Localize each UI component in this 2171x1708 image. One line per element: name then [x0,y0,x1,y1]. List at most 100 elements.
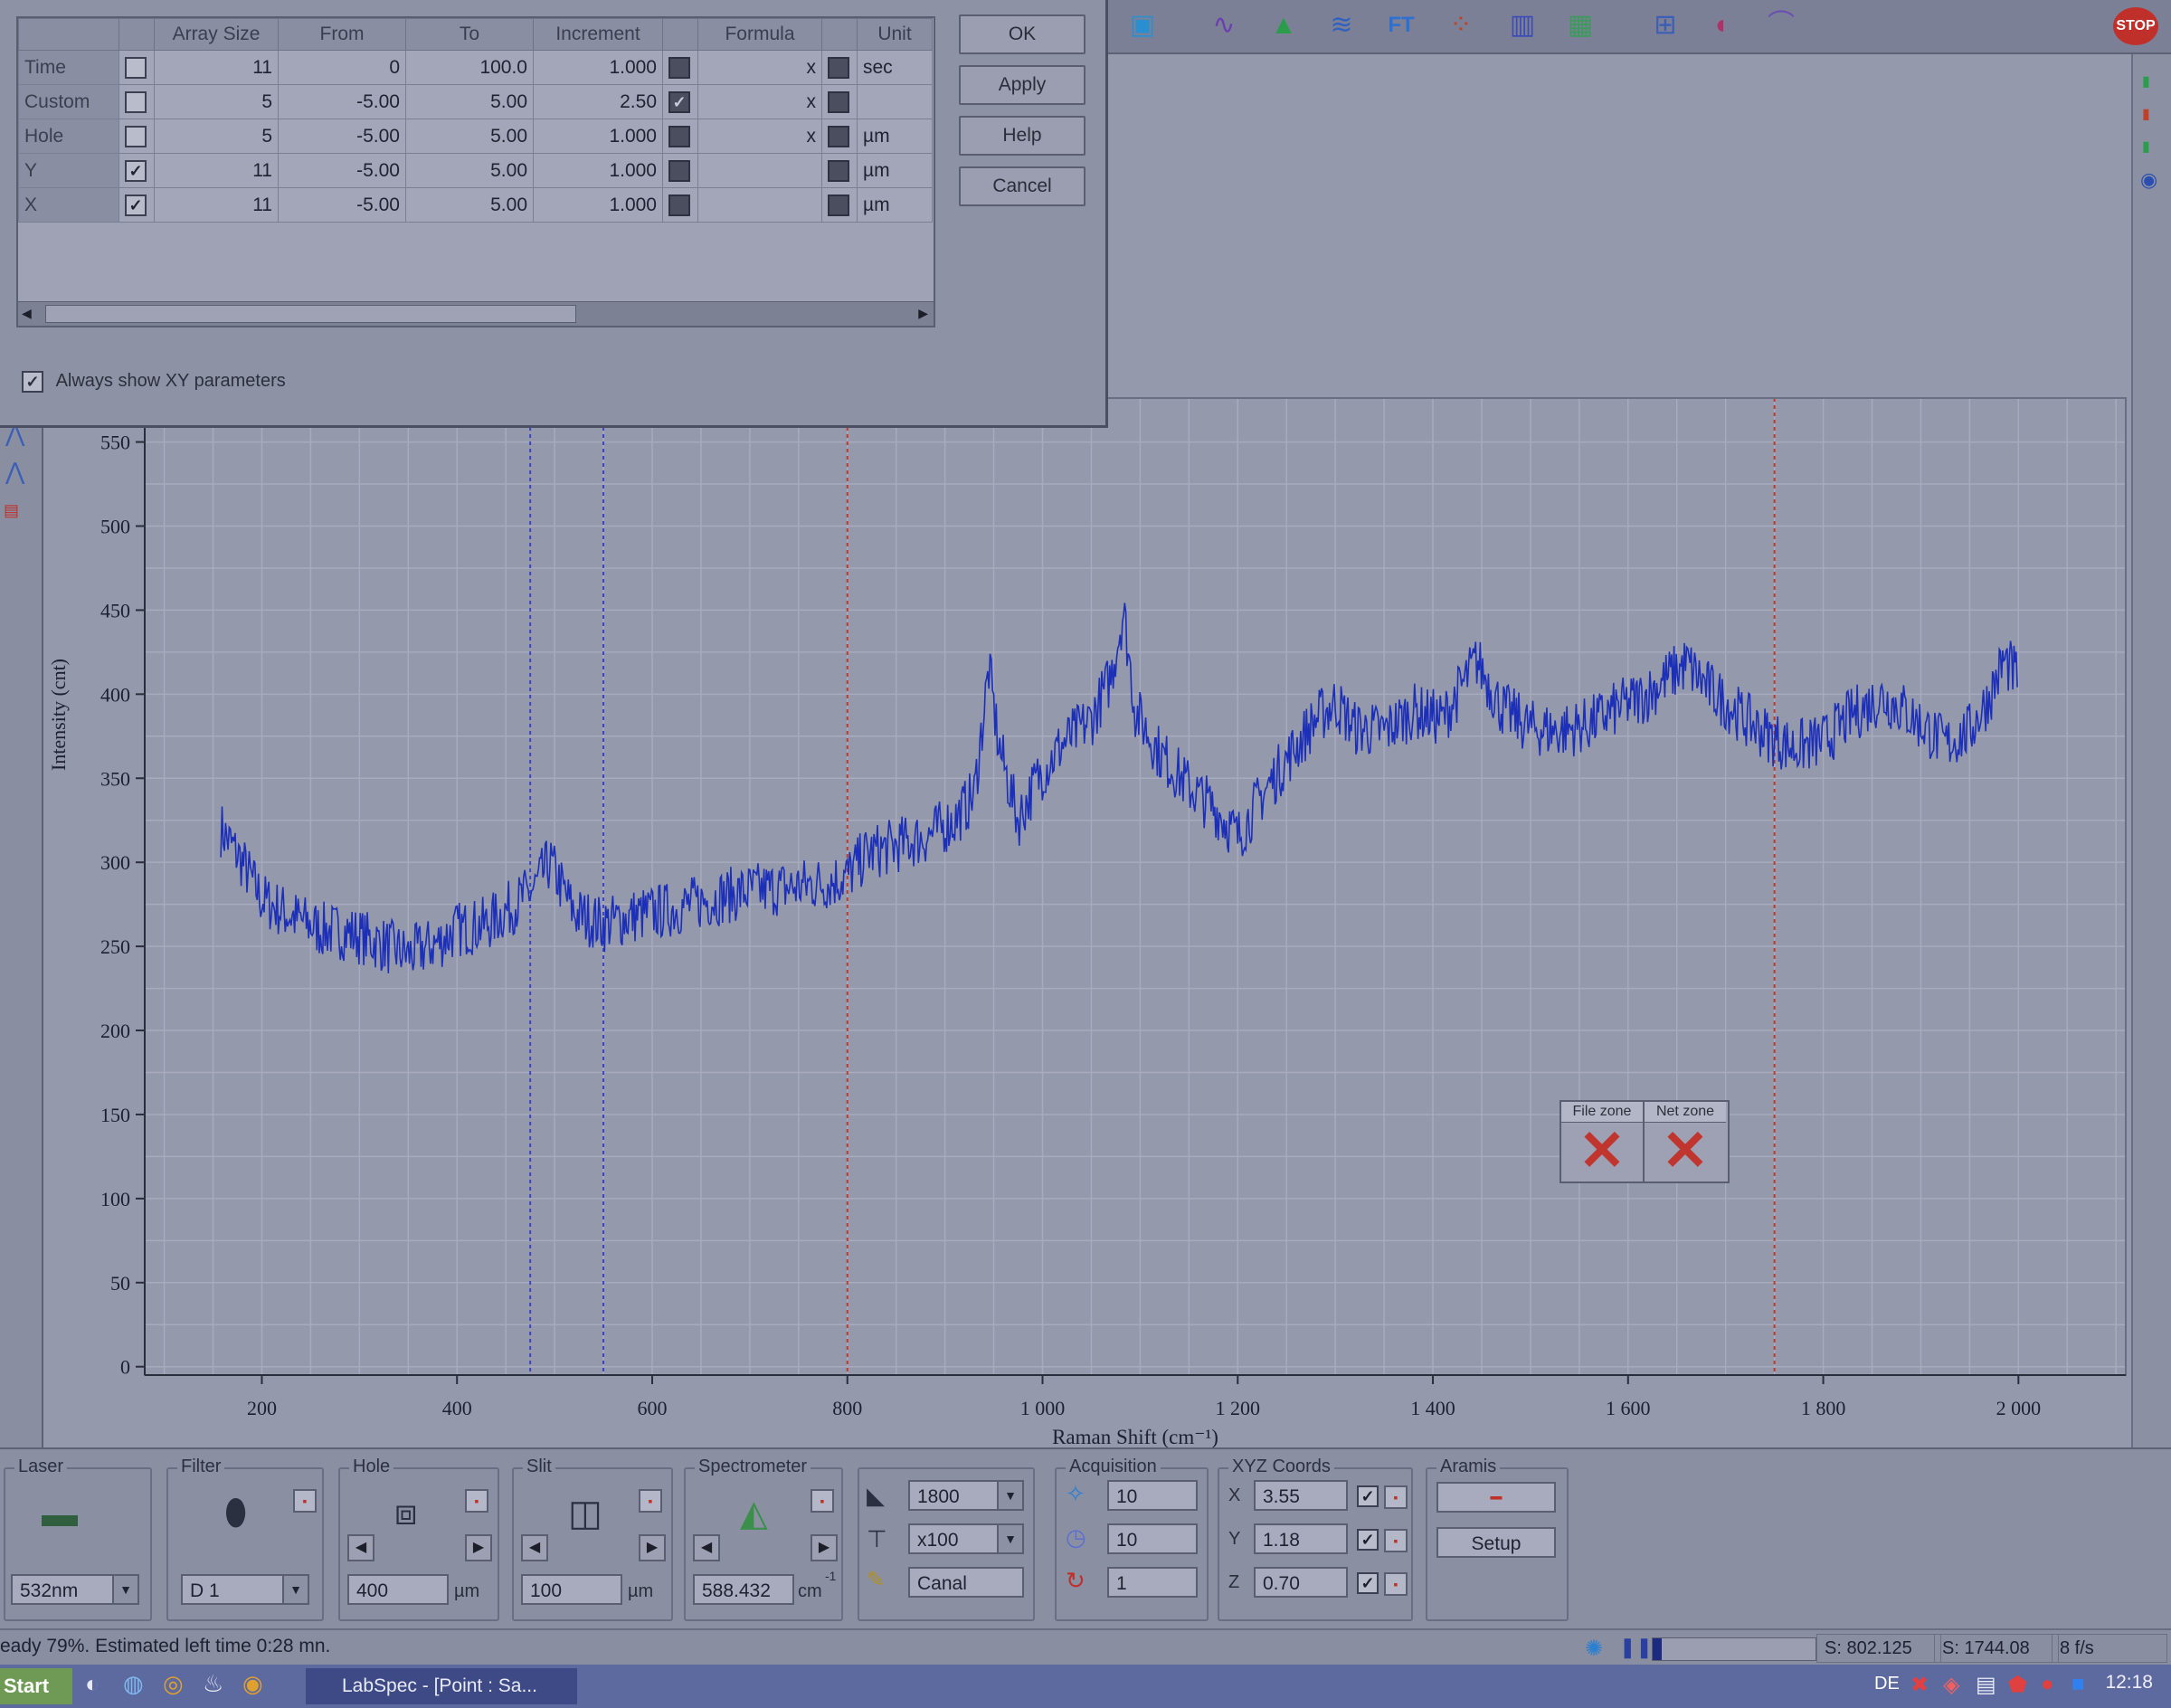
objective-select[interactable]: x100 ▼ [908,1523,1024,1554]
filter-icon[interactable]: ⬮ [224,1493,247,1533]
header-array-size[interactable]: Array Size [154,18,279,51]
pause-icon[interactable]: ❚❚ [1619,1636,1653,1659]
green-marker-icon[interactable]: ▮ [2142,72,2150,90]
desktop-icon[interactable]: ◐ [85,1670,100,1698]
z-coord-input[interactable]: 0.70 [1254,1567,1348,1598]
laser-select[interactable]: 532nm ▼ [11,1574,139,1605]
filter-option-icon[interactable]: ▪ [293,1489,317,1513]
filter-select[interactable]: D 1 ▼ [181,1574,309,1605]
hole-icon[interactable]: ⧈ [394,1493,417,1533]
chevron-down-icon[interactable]: ▼ [282,1576,308,1603]
z-option-icon[interactable]: ▪ [1384,1572,1408,1596]
chevron-down-icon[interactable]: ▼ [997,1525,1022,1552]
row-increment[interactable]: 1.000 [533,50,663,85]
baseline-icon[interactable]: ≋ [1321,5,1362,45]
y-lock-checkbox[interactable]: ✓ [1357,1529,1379,1551]
row-formula[interactable]: x [697,84,822,119]
row-formula-check[interactable] [821,187,858,223]
row-check[interactable]: ✓ [119,187,155,223]
row-name[interactable]: X [18,187,119,223]
shield-icon[interactable]: ⬟ [2008,1672,2027,1698]
setup-button[interactable]: Setup [1436,1527,1556,1558]
spectrometer-option-icon[interactable]: ▪ [811,1489,834,1513]
help-button[interactable]: Help [959,116,1086,156]
scrollbar-thumb[interactable] [45,305,576,323]
prism-icon[interactable]: ◭ [740,1493,768,1534]
always-show-option[interactable]: ✓ Always show XY parameters [22,371,286,393]
row-name[interactable]: Custom [18,84,119,119]
hole-input[interactable]: 400 [347,1574,449,1605]
row-inc-check[interactable] [662,50,698,85]
row-array-size[interactable]: 11 [154,153,279,188]
row-formula-checkbox[interactable] [828,194,849,216]
row-unit[interactable] [857,84,933,119]
row-formula-check[interactable] [821,84,858,119]
row-formula-check[interactable] [821,119,858,154]
row-increment[interactable]: 1.000 [533,187,663,223]
row-to[interactable]: 5.00 [405,119,534,154]
row-formula-checkbox[interactable] [828,90,849,113]
app-icon[interactable]: ◎ [163,1670,184,1698]
row-check[interactable] [119,50,155,85]
row-increment[interactable]: 1.000 [533,119,663,154]
row-to[interactable]: 5.00 [405,153,534,188]
row-inc-check[interactable] [662,119,698,154]
header-formula[interactable]: Formula [697,18,822,51]
row-to[interactable]: 100.0 [405,50,534,85]
repeat-input[interactable]: 1 [1107,1567,1198,1598]
printer-icon[interactable]: ▤ [1976,1672,1996,1698]
row-to[interactable]: 5.00 [405,187,534,223]
scroll-right-icon[interactable]: ▶ [918,306,928,321]
row-to[interactable]: 5.00 [405,84,534,119]
row-unit[interactable]: µm [857,187,933,223]
x-option-icon[interactable]: ▪ [1384,1485,1408,1509]
histogram-icon[interactable]: ▥ [1502,5,1543,45]
row-inc-checkbox[interactable] [668,159,690,182]
file-zone[interactable]: File zone ✕ [1561,1102,1645,1181]
laser-icon[interactable]: ▬ [42,1494,78,1535]
row-formula-checkbox[interactable] [828,56,849,79]
row-from[interactable]: -5.00 [278,84,406,119]
row-checkbox[interactable]: ✓ [125,159,147,182]
slit-input[interactable]: 100 [521,1574,622,1605]
row-checkbox[interactable] [125,90,147,113]
peak-icon[interactable]: ▲ [1263,5,1304,45]
acquisition-time-input[interactable]: 10 [1107,1480,1198,1511]
table-row[interactable]: X ✓ 11 -5.00 5.00 1.000 µm [18,187,933,223]
row-formula[interactable]: x [697,119,822,154]
row-check[interactable] [119,84,155,119]
row-name[interactable]: Hole [18,119,119,154]
green-marker-2-icon[interactable]: ▮ [2142,138,2150,156]
language-indicator[interactable]: DE [1874,1674,1900,1694]
spectrometer-input[interactable]: 588.432 [693,1574,794,1605]
start-button[interactable]: Start [0,1668,72,1704]
scatter-icon[interactable]: ⁘ [1440,5,1482,45]
spectrometer-decrease-icon[interactable]: ◀ [693,1534,720,1561]
row-inc-check[interactable]: ✓ [662,84,698,119]
table-row[interactable]: Time 11 0 100.0 1.000 x sec [18,50,933,85]
row-unit[interactable]: µm [857,119,933,154]
taskbar-app-labspec[interactable]: LabSpec - [Point : Sa... [306,1668,577,1704]
slit-option-icon[interactable]: ▪ [639,1489,662,1513]
target-icon[interactable]: ◉ [2140,168,2157,192]
row-inc-checkbox[interactable] [668,56,690,79]
scroll-left-icon[interactable]: ◀ [22,306,32,321]
y-option-icon[interactable]: ▪ [1384,1529,1408,1552]
spectrometer-increase-icon[interactable]: ▶ [811,1534,838,1561]
screen-icon[interactable]: ▣ [1122,5,1163,45]
labspec-quick-icon[interactable]: ♨ [203,1670,223,1698]
header-increment[interactable]: Increment [533,18,663,51]
row-increment[interactable]: 1.000 [533,153,663,188]
row-name[interactable]: Time [18,50,119,85]
apply-button[interactable]: Apply [959,65,1086,105]
row-array-size[interactable]: 5 [154,84,279,119]
header-from[interactable]: From [278,18,406,51]
red-marker-icon[interactable]: ▮ [2142,105,2150,123]
marker-icon[interactable]: ▤ [4,501,19,520]
channel-input[interactable]: Canal [908,1567,1024,1598]
row-formula-checkbox[interactable] [828,159,849,182]
alert-icon[interactable]: ● [2041,1672,2054,1697]
header-to[interactable]: To [405,18,534,51]
row-array-size[interactable]: 11 [154,50,279,85]
row-from[interactable]: 0 [278,50,406,85]
